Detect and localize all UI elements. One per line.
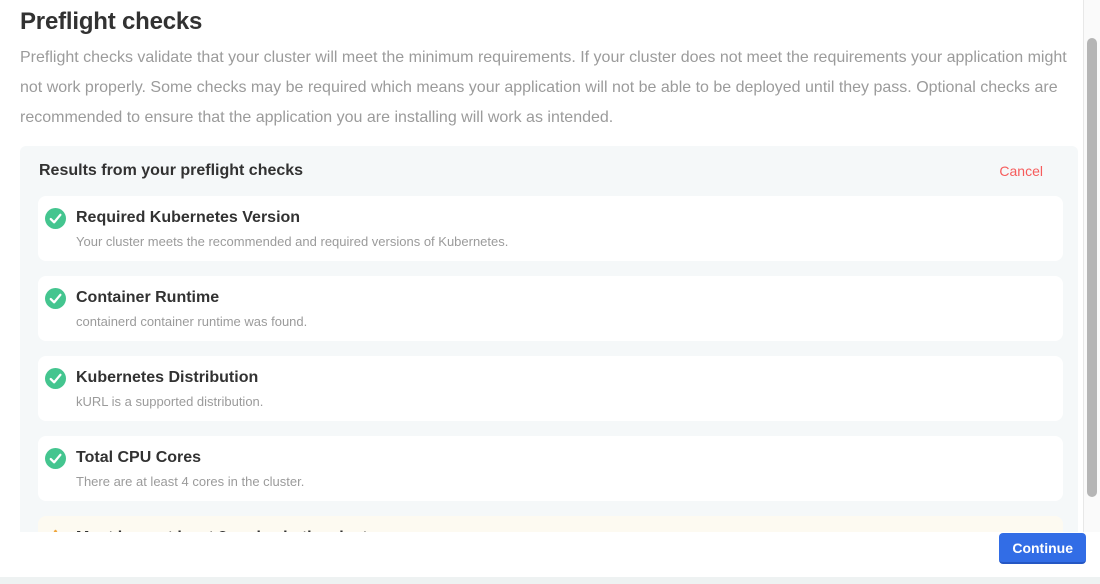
check-message: Your cluster meets the recommended and r… [76, 234, 508, 250]
page-title: Preflight checks [20, 8, 1082, 36]
check-card: Required Kubernetes Version Your cluster… [38, 196, 1063, 261]
success-check-icon [45, 208, 66, 229]
success-check-icon [45, 448, 66, 469]
footer-bar: Continue [0, 532, 1100, 577]
cancel-link[interactable]: Cancel [999, 163, 1043, 179]
check-title: Total CPU Cores [76, 447, 304, 468]
check-title: Kubernetes Distribution [76, 367, 263, 388]
bottom-strip [0, 577, 1100, 584]
check-list: Required Kubernetes Version Your cluster… [38, 196, 1063, 532]
preflight-page: Preflight checks Preflight checks valida… [0, 0, 1100, 584]
success-check-icon [45, 368, 66, 389]
scrollbar-thumb[interactable] [1087, 38, 1097, 497]
check-title: Required Kubernetes Version [76, 207, 508, 228]
scrollbar-track[interactable] [1083, 0, 1100, 532]
continue-button[interactable]: Continue [999, 533, 1086, 564]
page-description: Preflight checks validate that your clus… [20, 43, 1068, 133]
check-card: Must have at least 3 nodes in the cluste… [38, 516, 1063, 532]
check-text: Container Runtime containerd container r… [76, 287, 307, 330]
check-message: containerd container runtime was found. [76, 314, 307, 330]
scroll-content: Preflight checks Preflight checks valida… [0, 0, 1082, 532]
check-card: Total CPU Cores There are at least 4 cor… [38, 436, 1063, 501]
check-title: Container Runtime [76, 287, 307, 308]
check-text: Kubernetes Distribution kURL is a suppor… [76, 367, 263, 410]
check-message: kURL is a supported distribution. [76, 394, 263, 410]
preflight-results-panel: Results from your preflight checks Cance… [20, 146, 1078, 532]
check-message: There are at least 4 cores in the cluste… [76, 474, 304, 490]
panel-header: Results from your preflight checks Cance… [38, 162, 1063, 180]
check-card: Container Runtime containerd container r… [38, 276, 1063, 341]
check-text: Total CPU Cores There are at least 4 cor… [76, 447, 304, 490]
success-check-icon [45, 288, 66, 309]
check-card: Kubernetes Distribution kURL is a suppor… [38, 356, 1063, 421]
check-text: Required Kubernetes Version Your cluster… [76, 207, 508, 250]
panel-heading: Results from your preflight checks [39, 162, 303, 180]
